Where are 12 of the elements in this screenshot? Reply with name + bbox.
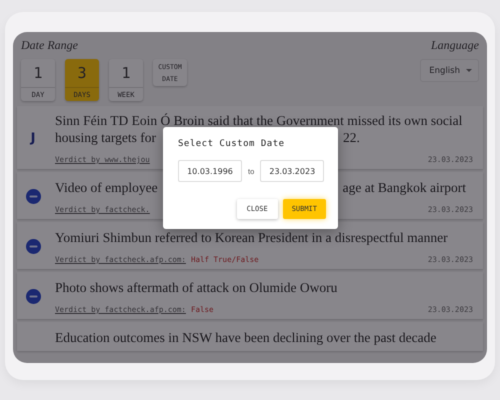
claim-title: Education outcomes in NSW have been declining over the past decade [55, 329, 436, 346]
language-label: Language [431, 38, 479, 53]
claim-title: Sinn Féin TD Eoin Ó Broin said that the Government missed its own social [55, 112, 462, 129]
claim-title: Video of employee [55, 179, 158, 196]
date-range-label: Date Range [21, 38, 79, 53]
source-logo: J [30, 130, 36, 146]
claim-title: Yomiuri Shimbun referred to Korean President in a disrespectful manner [55, 229, 448, 246]
claim-title-fragment: age at Bangkok airport [342, 179, 466, 196]
claim-title-fragment: 22. [343, 129, 360, 146]
claim-title: Photo shows aftermath of attack on Olumide Oworu [55, 279, 338, 296]
dialog-title: Select Custom Date [178, 139, 286, 149]
claim-title: housing targets for [55, 129, 156, 146]
